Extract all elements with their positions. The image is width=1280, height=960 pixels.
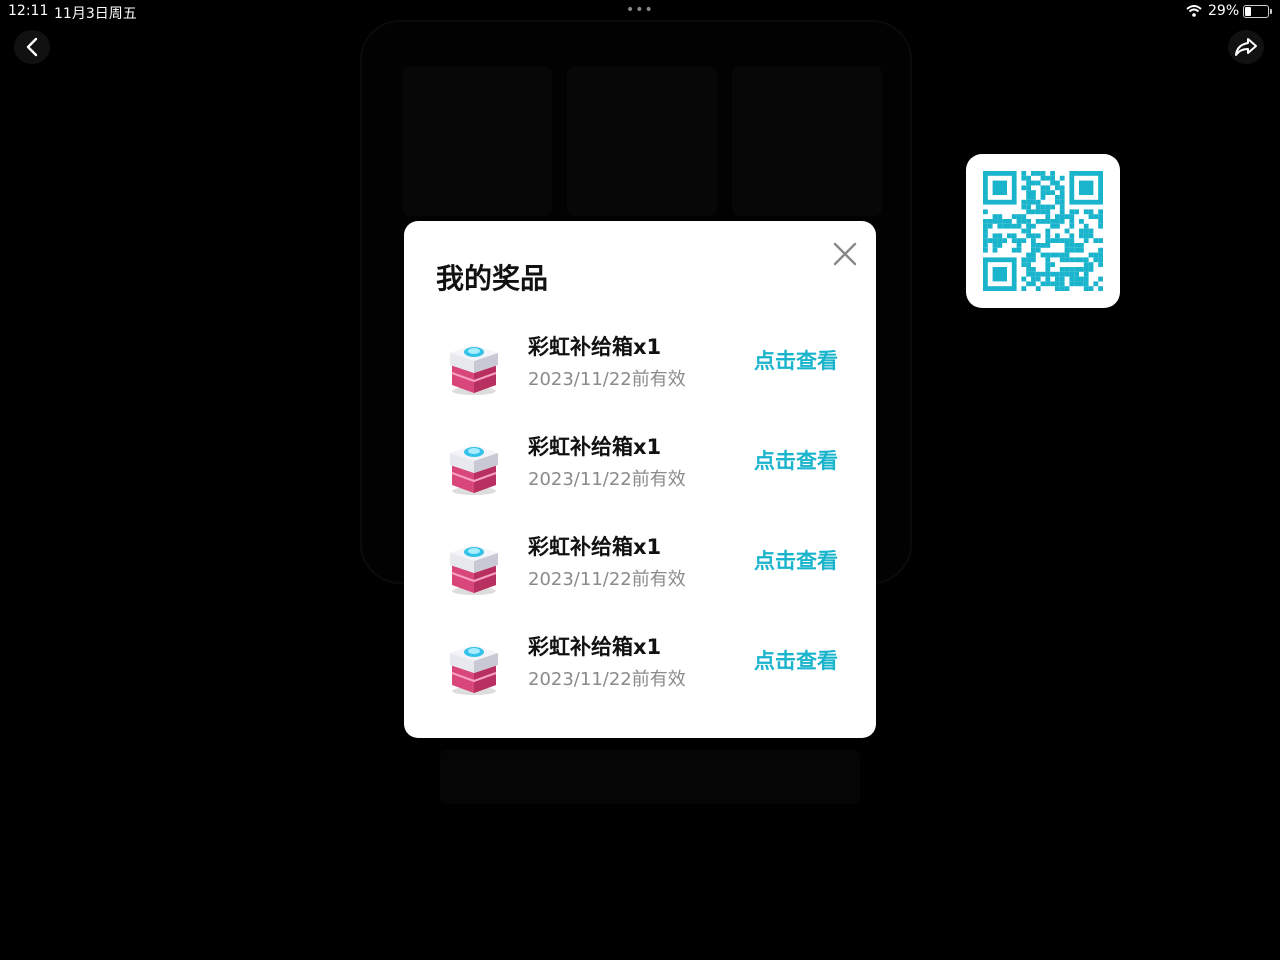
prize-item: 彩虹补给箱x1 2023/11/22前有效 点击查看 — [442, 531, 862, 611]
battery-percentage: 29% — [1208, 3, 1240, 19]
prize-expiry: 2023/11/22前有效 — [528, 469, 686, 490]
qr-code — [966, 154, 1120, 308]
close-icon[interactable] — [830, 239, 860, 269]
back-button[interactable] — [14, 30, 50, 64]
supply-box-icon — [442, 433, 506, 497]
prize-item: 彩虹补给箱x1 2023/11/22前有效 点击查看 — [442, 431, 862, 511]
view-prize-button[interactable]: 点击查看 — [754, 645, 838, 675]
background-card — [567, 66, 717, 216]
view-prize-button[interactable]: 点击查看 — [754, 545, 838, 575]
background-bottom-bar — [440, 750, 860, 804]
supply-box-icon — [442, 633, 506, 697]
status-time: 12:11 — [8, 3, 49, 19]
battery-icon — [1243, 5, 1272, 18]
chevron-left-icon — [26, 37, 38, 57]
prize-expiry: 2023/11/22前有效 — [528, 369, 686, 390]
prizes-modal: 我的奖品 彩虹补给箱x1 2023/11/22前有效 点击查看 彩虹补给箱x1 … — [404, 221, 876, 738]
prize-name: 彩虹补给箱x1 — [528, 335, 662, 359]
status-date: 11月3日周五 — [54, 6, 137, 22]
supply-box-icon — [442, 533, 506, 597]
supply-box-icon — [442, 333, 506, 397]
background-card — [402, 66, 552, 216]
modal-title: 我的奖品 — [436, 262, 549, 295]
prize-expiry: 2023/11/22前有效 — [528, 569, 686, 590]
view-prize-button[interactable]: 点击查看 — [754, 345, 838, 375]
qr-code-image — [983, 171, 1103, 291]
prize-name: 彩虹补给箱x1 — [528, 635, 662, 659]
share-button[interactable] — [1228, 30, 1264, 64]
prize-expiry: 2023/11/22前有效 — [528, 669, 686, 690]
multitasking-dots-icon[interactable]: ••• — [626, 2, 654, 18]
prize-name: 彩虹补给箱x1 — [528, 535, 662, 559]
share-icon — [1235, 38, 1257, 56]
view-prize-button[interactable]: 点击查看 — [754, 445, 838, 475]
prize-name: 彩虹补给箱x1 — [528, 435, 662, 459]
background-card — [732, 66, 882, 216]
wifi-icon — [1186, 5, 1202, 17]
prize-item: 彩虹补给箱x1 2023/11/22前有效 点击查看 — [442, 631, 862, 711]
prize-item: 彩虹补给箱x1 2023/11/22前有效 点击查看 — [442, 331, 862, 411]
